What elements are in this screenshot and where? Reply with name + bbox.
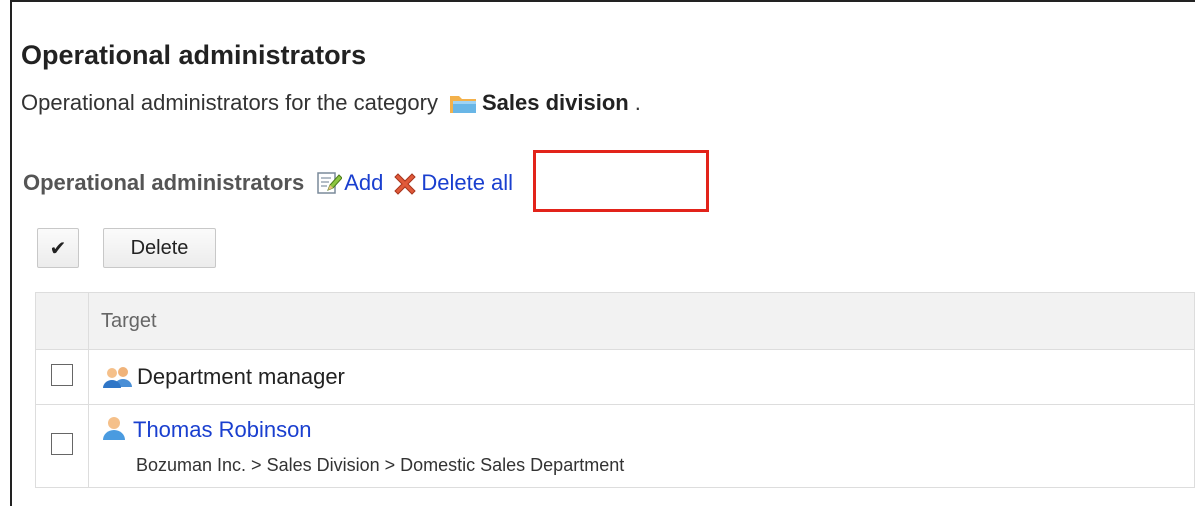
select-all-button[interactable]: ✔ [37,228,79,268]
delete-x-icon [393,171,417,195]
user-link[interactable]: Thomas Robinson [133,417,312,443]
row-checkbox[interactable] [51,363,73,386]
row-checkbox[interactable] [51,432,73,455]
target-cell: Thomas Robinson Bozuman Inc. > Sales Div… [88,404,1195,488]
add-link[interactable]: Add [316,170,383,196]
table-header-row: Target [35,292,1195,350]
section-title: Operational administrators [23,170,305,195]
category-name: Sales division [481,90,629,115]
administrators-table: Target Department manager Thomas Robinso… [35,292,1195,488]
table-row: Thomas Robinson Bozuman Inc. > Sales Div… [35,404,1195,488]
folder-icon [448,93,478,115]
section-header: Operational administrators Add Delete al… [23,170,513,196]
table-row: Department manager [35,349,1195,405]
target-name: Department manager [137,364,345,389]
delete-all-link[interactable]: Delete all [393,170,513,196]
checkbox-cell [35,404,89,488]
page-title: Operational administrators [21,40,367,70]
group-icon [101,365,135,389]
user-icon [101,415,127,441]
delete-all-label: Delete all [421,170,514,195]
organization-path: Bozuman Inc. > Sales Division > Domestic… [136,454,625,475]
checkbox-cell [35,349,89,405]
delete-button[interactable]: Delete [103,228,216,268]
description-suffix: . [634,90,641,115]
edit-icon [316,170,343,196]
description-text: Operational administrators for the categ… [21,90,438,115]
add-link-label: Add [344,170,384,195]
column-header-target: Target [88,292,1195,350]
checkbox-header [35,292,89,350]
target-cell: Department manager [88,349,1195,405]
category-description: Operational administrators for the categ… [21,90,641,116]
